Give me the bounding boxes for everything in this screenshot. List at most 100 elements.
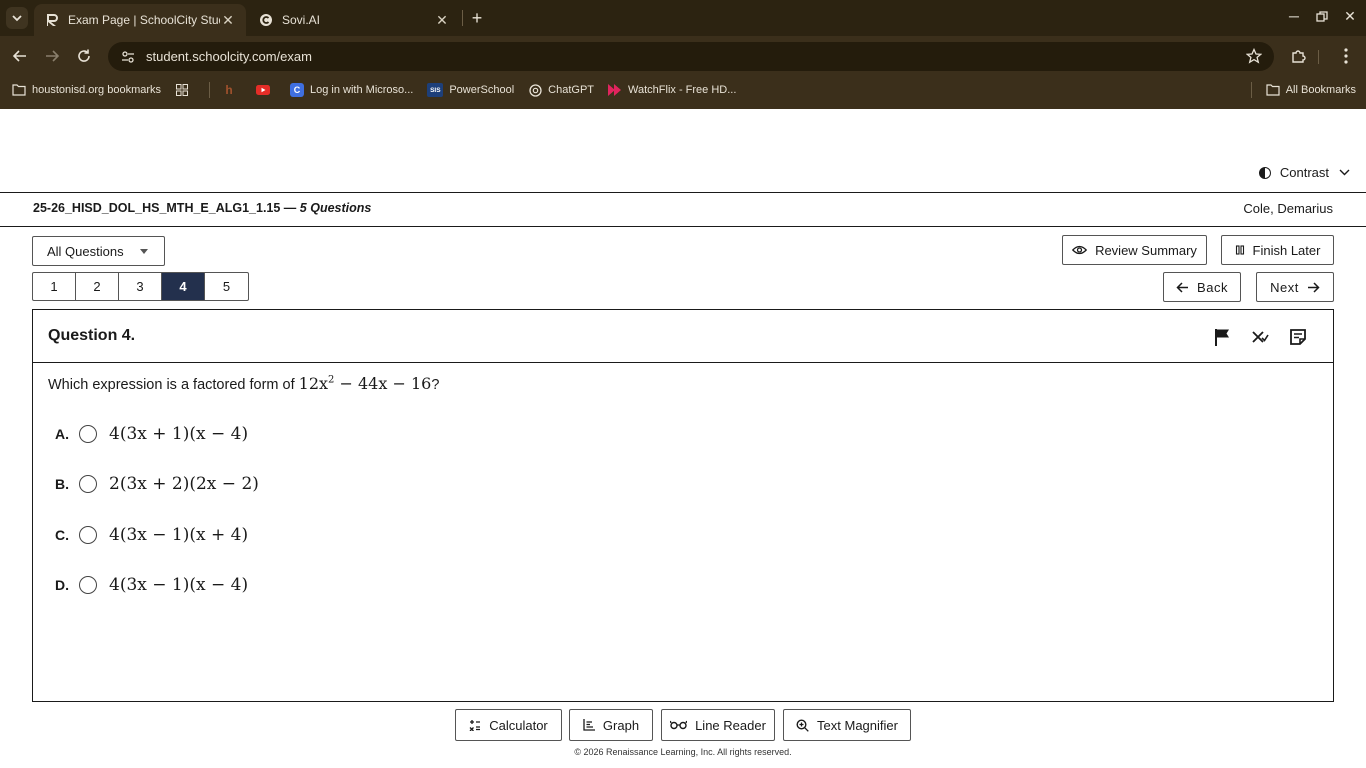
chatgpt-icon — [528, 83, 542, 97]
option-letter: D. — [55, 577, 69, 593]
back-button[interactable]: Back — [1163, 272, 1241, 302]
answer-eliminator-icon[interactable] — [1249, 326, 1271, 348]
answer-option-b[interactable]: B. 2(3x + 2)(2x − 2) — [55, 474, 259, 494]
notes-icon[interactable] — [1287, 326, 1309, 348]
graph-label: Graph — [602, 717, 640, 733]
question-number-2[interactable]: 2 — [76, 273, 119, 300]
text-magnifier-button[interactable]: Text Magnifier — [783, 709, 911, 741]
exam-title: 25-26_HISD_DOL_HS_MTH_E_ALG1_1.15 — 5 Qu… — [33, 201, 371, 215]
bookmark-label: Log in with Microso... — [310, 84, 414, 96]
question-number-1[interactable]: 1 — [33, 273, 76, 300]
all-bookmarks-label: All Bookmarks — [1285, 84, 1356, 96]
arrow-left-icon — [12, 50, 26, 62]
bookmark-youtube[interactable] — [256, 83, 276, 97]
finish-later-label: Finish Later — [1252, 242, 1321, 258]
apps-button[interactable] — [175, 83, 195, 97]
bookmark-chatgpt[interactable]: ChatGPT — [528, 83, 594, 97]
tab-title: Sovi.AI — [282, 13, 321, 27]
option-radio[interactable] — [79, 475, 97, 493]
bookmark-star-icon[interactable] — [1245, 47, 1263, 69]
bookmark-powerschool[interactable]: SIS PowerSchool — [427, 83, 514, 97]
question-filter-select[interactable]: All Questions — [32, 236, 165, 266]
bookmark-microsoft-login[interactable]: C Log in with Microso... — [290, 83, 413, 97]
flag-icon[interactable] — [1211, 326, 1233, 348]
answer-option-c[interactable]: C. 4(3x − 1)(x + 4) — [55, 525, 248, 545]
option-letter: B. — [55, 476, 69, 492]
contrast-label: Contrast — [1279, 165, 1329, 180]
exam-code: 25-26_HISD_DOL_HS_MTH_E_ALG1_1.15 — — [33, 201, 297, 215]
option-radio[interactable] — [79, 425, 97, 443]
forward-nav-button[interactable] — [40, 44, 64, 68]
arrow-right-icon — [1307, 281, 1320, 293]
contrast-toggle[interactable]: Contrast — [1258, 165, 1350, 180]
chevron-down-icon — [12, 15, 22, 22]
back-nav-button[interactable] — [8, 44, 32, 68]
graph-button[interactable]: Graph — [569, 709, 653, 741]
question-panel: Question 4. Which expression is a factor… — [32, 309, 1334, 702]
arrow-left-icon — [1176, 281, 1189, 293]
bookmarks-bar: houstonisd.org bookmarks h C Log in with… — [0, 78, 1366, 102]
stem-end: ? — [431, 377, 440, 393]
close-window-button[interactable]: ✕ — [1336, 8, 1364, 28]
youtube-icon — [256, 83, 271, 97]
question-count: 5 Questions — [299, 201, 372, 215]
filter-value: All Questions — [47, 243, 124, 259]
schoolcity-icon — [44, 12, 60, 28]
option-letter: A. — [55, 426, 69, 442]
option-radio[interactable] — [79, 526, 97, 544]
review-summary-button[interactable]: Review Summary — [1062, 235, 1207, 265]
site-info-icon[interactable] — [114, 46, 142, 68]
contrast-icon — [1258, 166, 1271, 179]
copyright-footer: © 2026 Renaissance Learning, Inc. All ri… — [574, 747, 792, 757]
extensions-button[interactable] — [1286, 44, 1310, 68]
h-logo-icon: h — [225, 83, 233, 97]
close-icon[interactable]: ✕ — [220, 12, 236, 29]
question-number-3[interactable]: 3 — [119, 273, 162, 300]
address-bar[interactable]: student.schoolcity.com/exam — [108, 42, 1274, 71]
eye-icon — [1072, 245, 1088, 255]
answer-option-d[interactable]: D. 4(3x − 1)(x − 4) — [55, 575, 248, 595]
bookmark-separator — [1250, 82, 1252, 98]
browser-chrome: Exam Page | SchoolCity Studen ✕ Sovi.AI … — [0, 0, 1366, 109]
dropdown-caret-icon — [140, 249, 148, 254]
next-button[interactable]: Next — [1256, 272, 1334, 302]
toolbar-separator — [1318, 50, 1319, 64]
calculator-label: Calculator — [489, 717, 548, 733]
new-tab-button[interactable]: + — [467, 8, 487, 28]
c-icon: C — [290, 83, 305, 97]
student-name: Cole, Demarius — [1243, 201, 1333, 216]
line-reader-button[interactable]: Line Reader — [661, 709, 775, 741]
sis-icon: SIS — [427, 83, 444, 97]
calculator-button[interactable]: Calculator — [455, 709, 562, 741]
tab-exam-page[interactable]: Exam Page | SchoolCity Studen ✕ — [34, 4, 246, 36]
option-radio[interactable] — [79, 576, 97, 594]
question-title: Question 4. — [48, 327, 136, 344]
reload-icon — [78, 49, 90, 62]
answer-option-a[interactable]: A. 4(3x + 1)(x − 4) — [55, 424, 248, 444]
question-number-5[interactable]: 5 — [205, 273, 248, 300]
pause-icon — [1235, 245, 1245, 255]
arrow-right-icon — [46, 50, 60, 62]
more-vert-icon — [1344, 48, 1348, 64]
text-magnifier-label: Text Magnifier — [817, 717, 898, 733]
graph-icon — [583, 719, 595, 731]
all-bookmarks-button[interactable]: All Bookmarks — [1250, 82, 1356, 98]
close-icon[interactable]: ✕ — [434, 12, 450, 29]
bookmark-label: houstonisd.org bookmarks — [32, 84, 162, 96]
menu-button[interactable] — [1334, 44, 1358, 68]
bookmark-label: WatchFlix - Free HD... — [628, 84, 737, 96]
option-expression: 4(3x − 1)(x − 4) — [109, 575, 249, 595]
tab-search-button[interactable] — [6, 7, 28, 29]
tab-title: Exam Page | SchoolCity Studen — [68, 13, 220, 27]
restore-button[interactable] — [1308, 8, 1336, 28]
glasses-icon — [670, 720, 688, 730]
question-number-4[interactable]: 4 — [162, 273, 205, 300]
bookmark-h[interactable]: h — [222, 83, 242, 97]
bookmark-watchflix[interactable]: WatchFlix - Free HD... — [608, 83, 736, 97]
tab-sovi[interactable]: Sovi.AI ✕ — [248, 4, 460, 36]
bookmark-houstonisd[interactable]: houstonisd.org bookmarks — [12, 83, 161, 97]
finish-later-button[interactable]: Finish Later — [1221, 235, 1334, 265]
puzzle-icon — [1292, 50, 1306, 63]
reload-button[interactable] — [72, 44, 96, 68]
minimize-button[interactable]: ─ — [1280, 8, 1308, 28]
